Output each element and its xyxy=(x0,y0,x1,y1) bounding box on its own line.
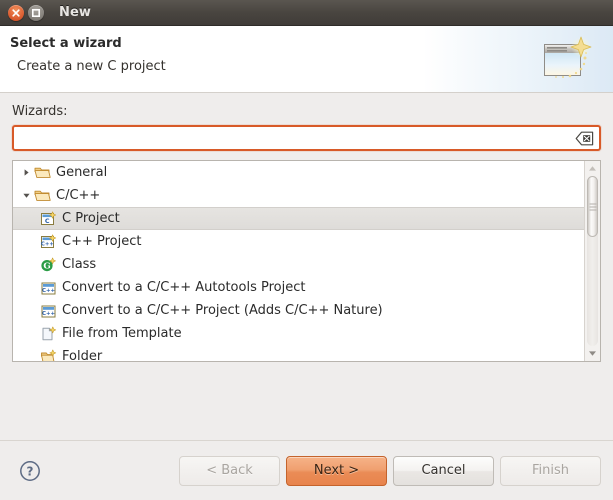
wizard-header-banner: Select a wizard Create a new C project xyxy=(0,26,613,93)
title-bar: New xyxy=(0,0,613,26)
tree-row-convert-autotools[interactable]: C++ Convert to a C/C++ Autotools Project xyxy=(13,276,584,299)
back-button-label: < Back xyxy=(206,463,253,478)
tree-row-general[interactable]: General xyxy=(13,161,584,184)
tree-row-c-cpp[interactable]: C/C++ xyxy=(13,184,584,207)
wizards-label: Wizards: xyxy=(12,104,68,119)
tree-row-c-project[interactable]: C C Project xyxy=(13,207,584,230)
folder-icon xyxy=(34,164,51,181)
scroll-down-arrow-icon[interactable] xyxy=(586,347,599,360)
tree-item-label: General xyxy=(56,165,108,180)
tree-row-folder[interactable]: Folder xyxy=(13,345,584,361)
wizards-tree[interactable]: General C/C++ C C Project C++ C++ Projec… xyxy=(12,160,601,362)
tree-item-label: File from Template xyxy=(62,326,182,341)
page-subtitle: Create a new C project xyxy=(17,59,166,74)
close-icon[interactable] xyxy=(8,4,24,21)
tree-row-cpp-project[interactable]: C++ C++ Project xyxy=(13,230,584,253)
chevron-right-icon[interactable] xyxy=(19,168,34,177)
dialog-button-group: < Back Next > Cancel Finish xyxy=(179,455,601,486)
scroll-up-arrow-icon[interactable] xyxy=(586,162,599,175)
tree-item-label: Convert to a C/C++ Project (Adds C/C++ N… xyxy=(62,303,383,318)
tree-item-label: C++ Project xyxy=(62,234,142,249)
next-button-label: Next > xyxy=(313,463,360,478)
class-icon: G xyxy=(40,256,57,273)
cpp-project-icon: C++ xyxy=(40,233,57,250)
back-button[interactable]: < Back xyxy=(179,455,280,486)
svg-text:G: G xyxy=(43,261,50,271)
convert-cpp-icon: C++ xyxy=(40,279,57,296)
chevron-down-icon[interactable] xyxy=(19,191,34,200)
tree-item-label: Class xyxy=(62,257,97,272)
svg-text:C++: C++ xyxy=(41,241,54,247)
page-title: Select a wizard xyxy=(10,36,122,51)
svg-text:?: ? xyxy=(27,464,34,478)
wizards-tree-list[interactable]: General C/C++ C C Project C++ C++ Projec… xyxy=(13,161,584,361)
tree-row-convert-nature[interactable]: C++ Convert to a C/C++ Project (Adds C/C… xyxy=(13,299,584,322)
file-template-icon xyxy=(40,325,57,342)
new-wizard-dialog: New Select a wizard Create a new C proje… xyxy=(0,0,613,500)
window-title: New xyxy=(59,5,92,20)
cancel-button[interactable]: Cancel xyxy=(393,455,494,486)
scrollbar-thumb[interactable] xyxy=(587,176,598,238)
next-button[interactable]: Next > xyxy=(286,455,387,486)
clear-field-icon[interactable] xyxy=(575,131,594,146)
tree-item-label: Folder xyxy=(62,349,103,361)
new-folder-icon xyxy=(40,348,57,361)
help-question-icon[interactable]: ? xyxy=(19,460,41,482)
tree-row-class[interactable]: G Class xyxy=(13,253,584,276)
wizard-window-sparkle-icon xyxy=(539,34,595,86)
svg-text:C++: C++ xyxy=(42,311,55,317)
search-input[interactable] xyxy=(14,127,575,149)
tree-row-file-from-template[interactable]: File from Template xyxy=(13,322,584,345)
svg-text:C++: C++ xyxy=(42,288,55,294)
maximize-icon[interactable] xyxy=(28,4,44,21)
finish-button-label: Finish xyxy=(531,463,569,478)
tree-item-label: C/C++ xyxy=(56,188,101,203)
scrollbar-track[interactable] xyxy=(587,176,598,346)
tree-vertical-scrollbar[interactable] xyxy=(584,161,600,361)
tree-item-label: Convert to a C/C++ Autotools Project xyxy=(62,280,306,295)
dialog-body: Wizards: General C/C++ C C Project C++ C… xyxy=(0,93,613,440)
svg-text:C: C xyxy=(45,216,50,224)
folder-icon xyxy=(34,187,51,204)
cancel-button-label: Cancel xyxy=(421,463,466,478)
search-field-wrapper[interactable] xyxy=(12,125,601,151)
scrollbar-grip-icon xyxy=(589,201,596,212)
c-project-icon: C xyxy=(40,210,57,227)
tree-item-label: C Project xyxy=(62,211,120,226)
convert-cpp-icon: C++ xyxy=(40,302,57,319)
finish-button[interactable]: Finish xyxy=(500,455,601,486)
dialog-footer: ? < Back Next > Cancel Finish xyxy=(0,440,613,500)
